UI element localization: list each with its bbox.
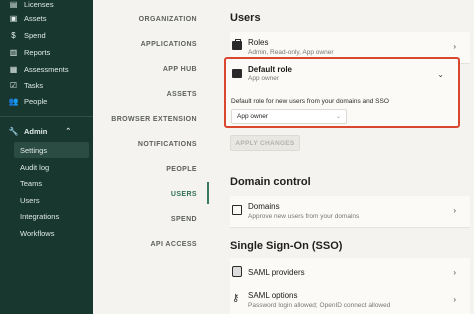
settings-nav: ORGANIZATION APPLICATIONS APP HUB ASSETS… [93,0,209,314]
settings-nav-applications[interactable]: APPLICATIONS [141,41,197,48]
settings-content: Users Roles Admin, Read-only, App owner … [215,0,474,314]
settings-nav-people[interactable]: PEOPLE [166,166,197,173]
default-role-select[interactable]: App owner ⌄ [231,109,347,124]
saml-icon [232,266,242,277]
sidebar-subitem-workflows[interactable]: Workflows [0,225,93,241]
sidebar-item-spend[interactable]: $ Spend [0,27,93,43]
settings-nav-assets[interactable]: ASSETS [167,91,197,98]
default-role-subtitle: App owner [248,75,280,82]
roles-title: Roles [248,38,269,47]
app-sidebar: ▤ Licenses ▣ Assets $ Spend ▥ Reports ▦ Asses… [0,0,93,314]
chevron-up-icon: ⌃ [65,128,72,135]
settings-nav-spend[interactable]: SPEND [171,216,197,223]
settings-nav-api-access[interactable]: API ACCESS [150,241,197,248]
sidebar-item-people[interactable]: 👥 People [0,93,93,109]
default-role-panel[interactable]: Default role App owner ⌄ Default role fo… [224,57,460,128]
saml-options-subtitle: Password login allowed; OpenID connect a… [248,302,391,309]
sidebar-subitem-teams[interactable]: Teams [0,175,93,191]
sidebar-subitem-integrations[interactable]: Integrations [0,208,93,224]
domains-title: Domains [248,202,280,211]
sidebar-divider [0,116,93,117]
people-icon: 👥 [8,96,19,106]
sidebar-item-tasks[interactable]: ☑ Tasks [0,77,93,93]
domain-icon [232,205,242,215]
sidebar-item-reports[interactable]: ▥ Reports [0,44,93,60]
briefcase-icon [232,69,242,78]
settings-nav-notifications[interactable]: NOTIFICATIONS [138,141,197,148]
roles-subtitle: Admin, Read-only, App owner [248,49,334,56]
sidebar-subitem-audit-log[interactable]: Audit log [0,159,93,175]
sidebar-item-assessments[interactable]: ▦ Assessments [0,61,93,77]
settings-nav-app-hub[interactable]: APP HUB [163,66,197,73]
chevron-right-icon: › [453,42,456,51]
saml-options-title: SAML options [248,291,298,300]
sidebar-item-admin[interactable]: 🔧 Admin ⌃ [0,123,93,139]
license-icon: ▤ [9,0,18,9]
sidebar-subitem-settings[interactable]: Settings [14,142,89,158]
reports-icon: ▥ [9,47,18,57]
select-chevron-icon: ⌄ [335,114,341,120]
saml-providers-title: SAML providers [248,268,305,277]
chevron-right-icon: › [453,268,456,277]
key-icon: ⚷ [232,293,240,304]
settings-nav-users[interactable]: USERS [171,191,197,198]
tasks-icon: ☑ [9,80,18,90]
active-nav-indicator [207,182,209,204]
chevron-down-icon[interactable]: ⌄ [437,70,444,79]
apply-changes-button[interactable]: APPLY CHANGES [230,135,300,151]
assets-icon: ▣ [9,13,18,23]
domains-subtitle: Approve new users from your domains [248,213,360,220]
default-role-description: Default role for new users from your dom… [231,98,389,105]
sidebar-subitem-users[interactable]: Users [0,192,93,208]
settings-nav-browser-extension[interactable]: BROWSER EXTENSION [111,116,197,123]
default-role-title: Default role [248,65,293,74]
dollar-icon: $ [11,30,16,40]
wrench-icon: 🔧 [8,126,19,136]
domain-section-title: Domain control [230,176,311,188]
settings-nav-organization[interactable]: ORGANIZATION [139,16,197,23]
users-section-title: Users [230,12,261,24]
chevron-right-icon: › [453,295,456,304]
sso-section-title: Single Sign-On (SSO) [230,240,343,252]
saml-options-row[interactable]: ⚷ SAML options Password login allowed; O… [230,285,470,314]
sidebar-item-assets[interactable]: ▣ Assets [0,10,93,26]
chevron-right-icon: › [453,206,456,215]
domains-row[interactable]: Domains Approve new users from your doma… [230,196,470,228]
briefcase-icon [232,39,242,50]
assessments-icon: ▦ [9,64,18,74]
